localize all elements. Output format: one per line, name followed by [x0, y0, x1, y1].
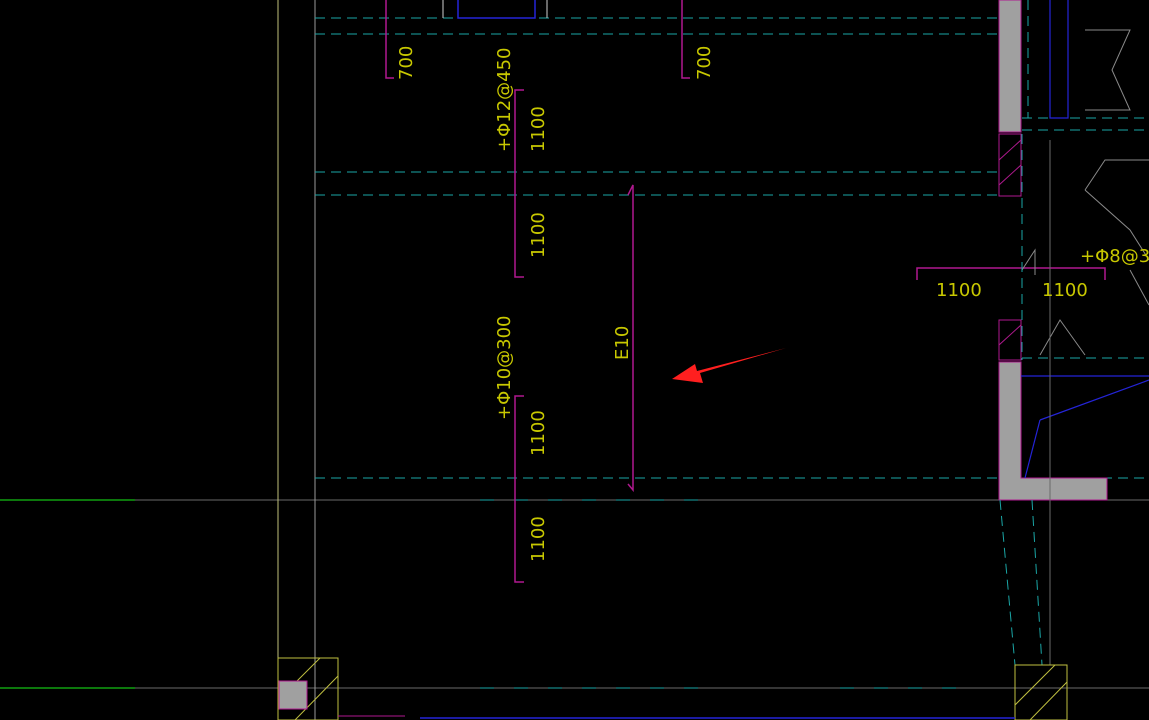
dim-1100-c: 1100: [528, 410, 549, 456]
right-dim-1100-a: 1100: [936, 280, 982, 301]
dim-1100-d: 1100: [528, 516, 549, 562]
axis-grid-lines: [0, 499, 1149, 689]
right-wall-symbols: [1021, 29, 1149, 356]
right-dim-1100-b: 1100: [1042, 280, 1088, 301]
dim-700-left: 700: [396, 46, 417, 80]
bottom-right-column: [1014, 664, 1068, 720]
dashed-beam-lines: [315, 17, 1149, 479]
rebar-label-mid: +Φ10@300: [494, 315, 515, 420]
green-axis-lines: [0, 499, 135, 689]
right-rebar-label: +Φ8@3: [1080, 246, 1149, 267]
top-blue-outline: [457, 0, 536, 19]
dim-1100-a: 1100: [528, 106, 549, 152]
dashed-grid-marks: [480, 499, 960, 689]
bottom-left-column-core: [278, 680, 308, 710]
cad-canvas[interactable]: 700 700 +Φ12@450 1100 1100 +Φ10@300 1100…: [0, 0, 1149, 720]
red-arrow-pointer-icon: [672, 348, 786, 383]
right-blue-lines: [1021, 0, 1149, 479]
e10-label: E10: [612, 326, 633, 360]
dim-700-right: 700: [694, 46, 715, 80]
rebar-label-top: +Φ12@450: [494, 47, 515, 152]
dim-1100-b: 1100: [528, 212, 549, 258]
right-wall-hatch: [998, 133, 1022, 361]
